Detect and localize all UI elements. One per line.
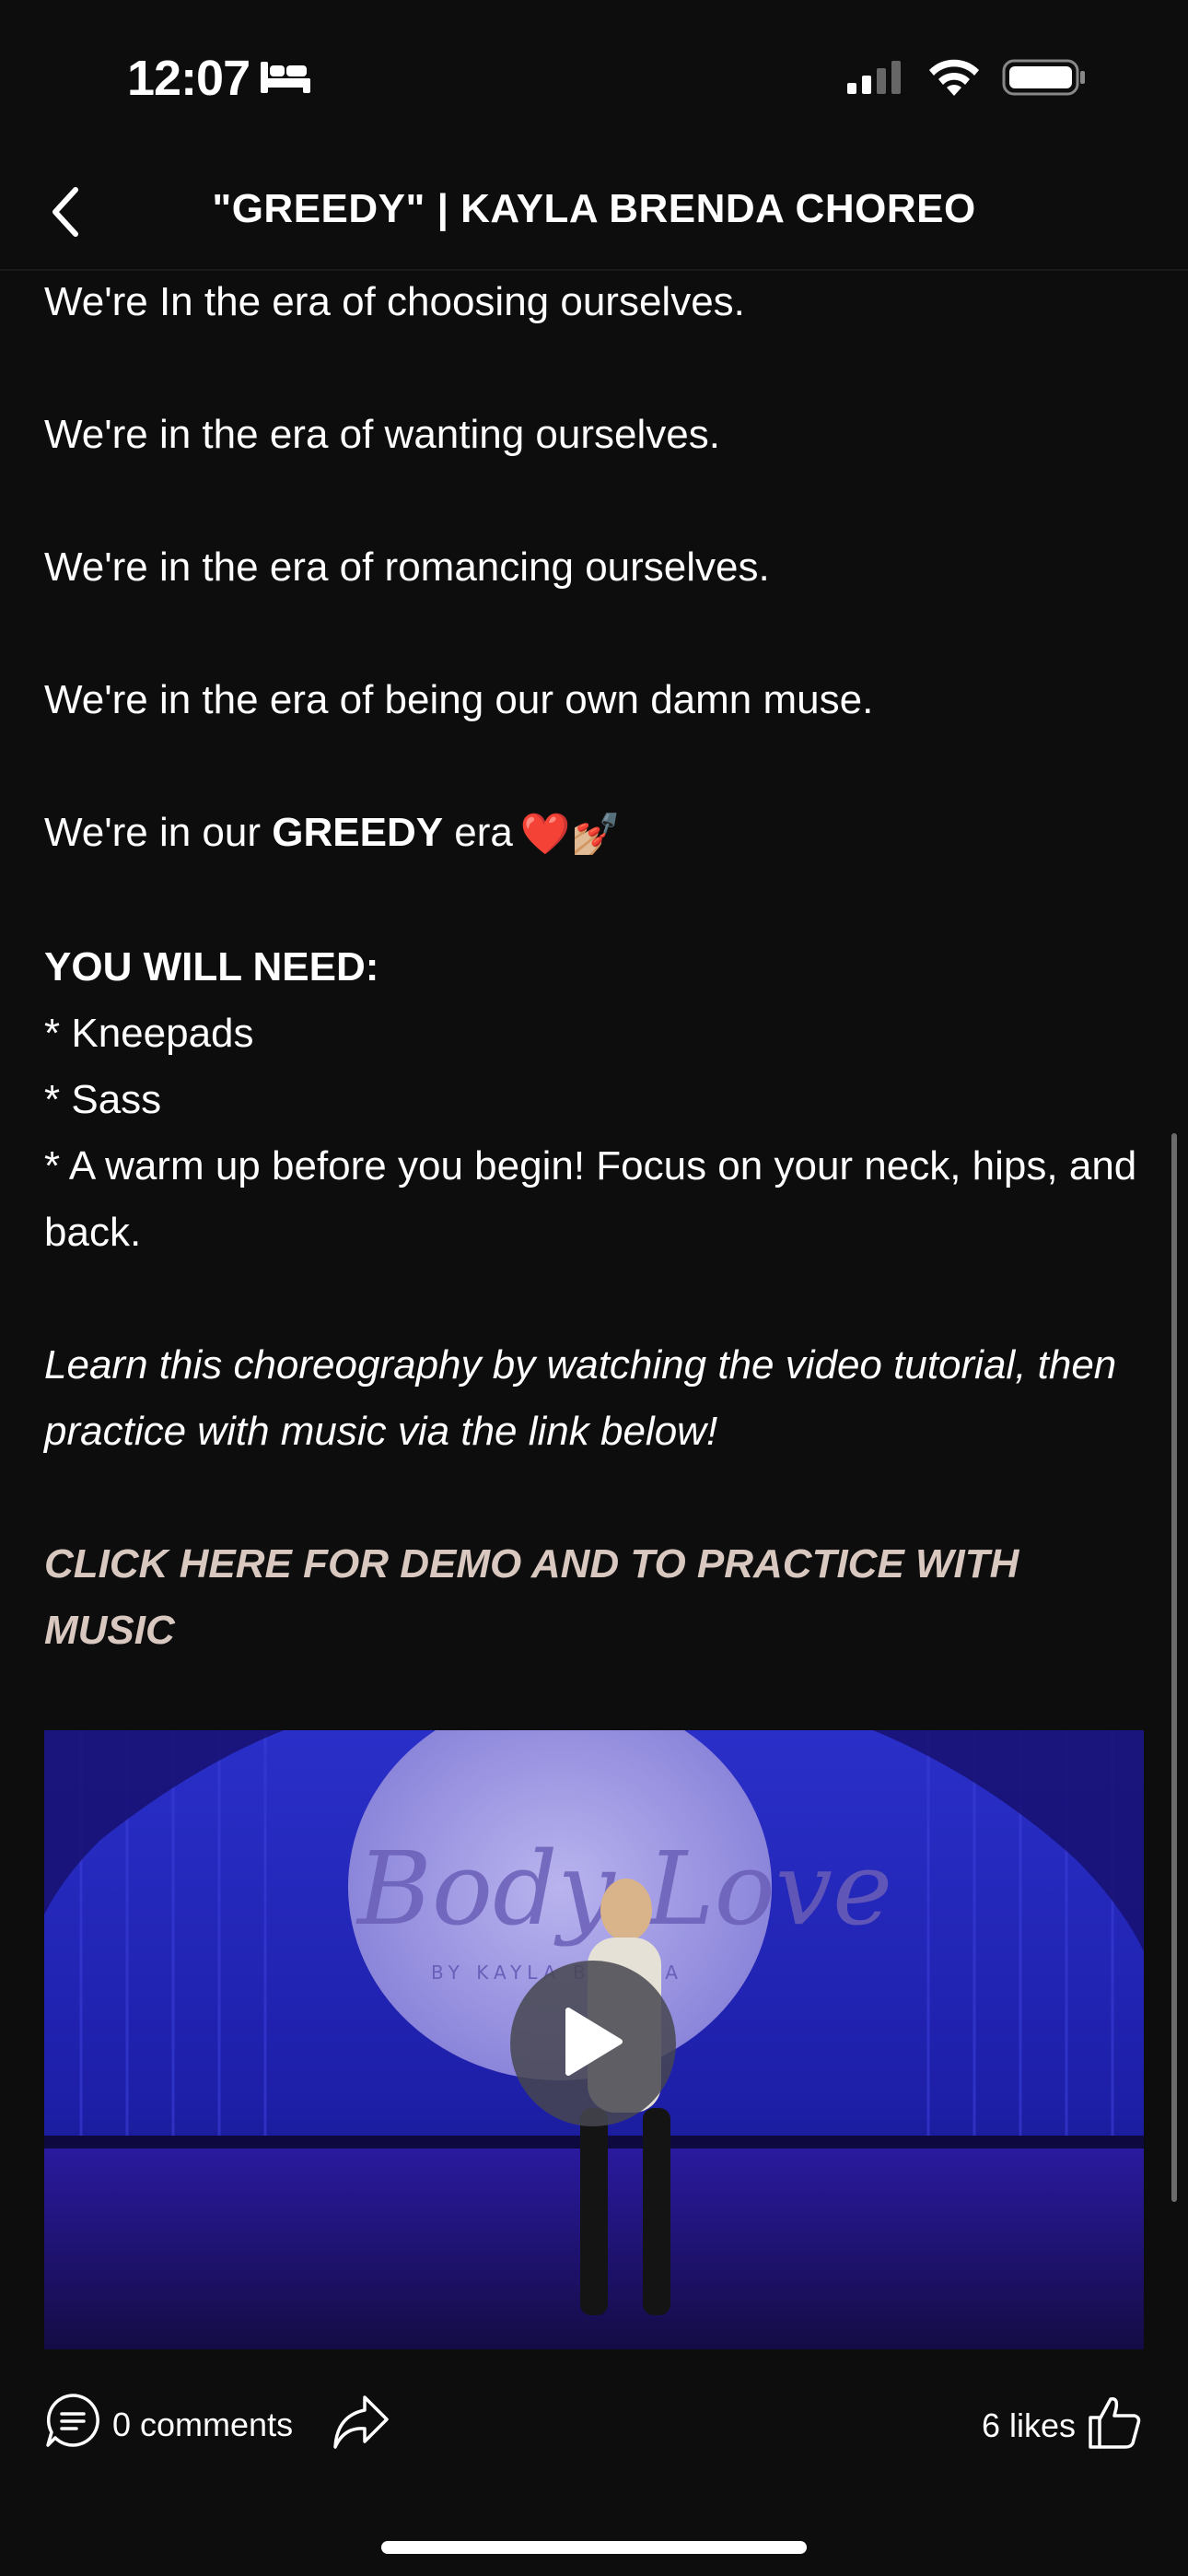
status-time: 12:07 xyxy=(127,50,312,107)
comments-button[interactable]: 0 comments xyxy=(44,2392,293,2457)
need-item: * Sass xyxy=(44,1077,162,1123)
greedy-prefix: We're in our xyxy=(44,810,273,855)
need-item: * Kneepads xyxy=(44,1011,254,1057)
battery-icon xyxy=(1002,57,1087,102)
body-line: We're in the era of romancing ourselves. xyxy=(44,544,770,590)
body-line: We're in the era of being our own damn m… xyxy=(44,677,874,722)
greedy-era-line: We're in our GREEDY era ❤️💅🏼 xyxy=(44,800,1144,868)
play-button[interactable] xyxy=(510,1961,676,2126)
greedy-bold: GREEDY xyxy=(272,810,444,855)
home-indicator[interactable] xyxy=(381,2541,807,2554)
heart-nail-emoji: ❤️💅🏼 xyxy=(519,812,622,858)
bed-icon xyxy=(259,50,312,107)
status-time-text: 12:07 xyxy=(127,51,250,106)
play-icon xyxy=(561,2005,625,2083)
status-bar: 12:07 xyxy=(0,0,1188,157)
likes-button[interactable]: 6 likes xyxy=(982,2392,1144,2459)
back-button[interactable] xyxy=(28,177,101,251)
likes-count: 6 likes xyxy=(981,2406,1076,2444)
status-icons xyxy=(845,57,1087,102)
body-line: We're in the era of wanting ourselves. xyxy=(44,412,720,457)
comment-bubble-icon xyxy=(44,2392,101,2457)
need-item: * A warm up before you begin! Focus on y… xyxy=(44,1143,1137,1256)
share-arrow-icon xyxy=(332,2395,390,2454)
nav-header: "GREEDY" | KAYLA BRENDA CHOREO xyxy=(0,157,1188,271)
greedy-suffix: era xyxy=(443,810,513,855)
scrollbar[interactable] xyxy=(1171,1133,1177,2202)
instructions-text: Learn this choreography by watching the … xyxy=(44,1342,1117,1455)
thumbs-up-icon xyxy=(1085,2392,1144,2459)
comments-count: 0 comments xyxy=(112,2405,294,2443)
post-body: We're In the era of choosing ourselves. … xyxy=(44,269,1144,1664)
need-heading: YOU WILL NEED: xyxy=(44,944,379,990)
page-title: "GREEDY" | KAYLA BRENDA CHOREO xyxy=(212,186,976,231)
share-button[interactable] xyxy=(332,2392,390,2455)
post-actions: 0 comments 6 likes xyxy=(44,2392,1144,2456)
demo-link[interactable]: CLICK HERE FOR DEMO AND TO PRACTICE WITH… xyxy=(44,1531,1144,1664)
cellular-signal-icon xyxy=(845,59,906,100)
video-player[interactable]: Body Love BY KAYLA BRENDA xyxy=(44,1730,1144,2349)
chevron-left-icon xyxy=(46,184,83,244)
wifi-icon xyxy=(926,57,982,102)
body-line: We're In the era of choosing ourselves. xyxy=(44,279,745,324)
